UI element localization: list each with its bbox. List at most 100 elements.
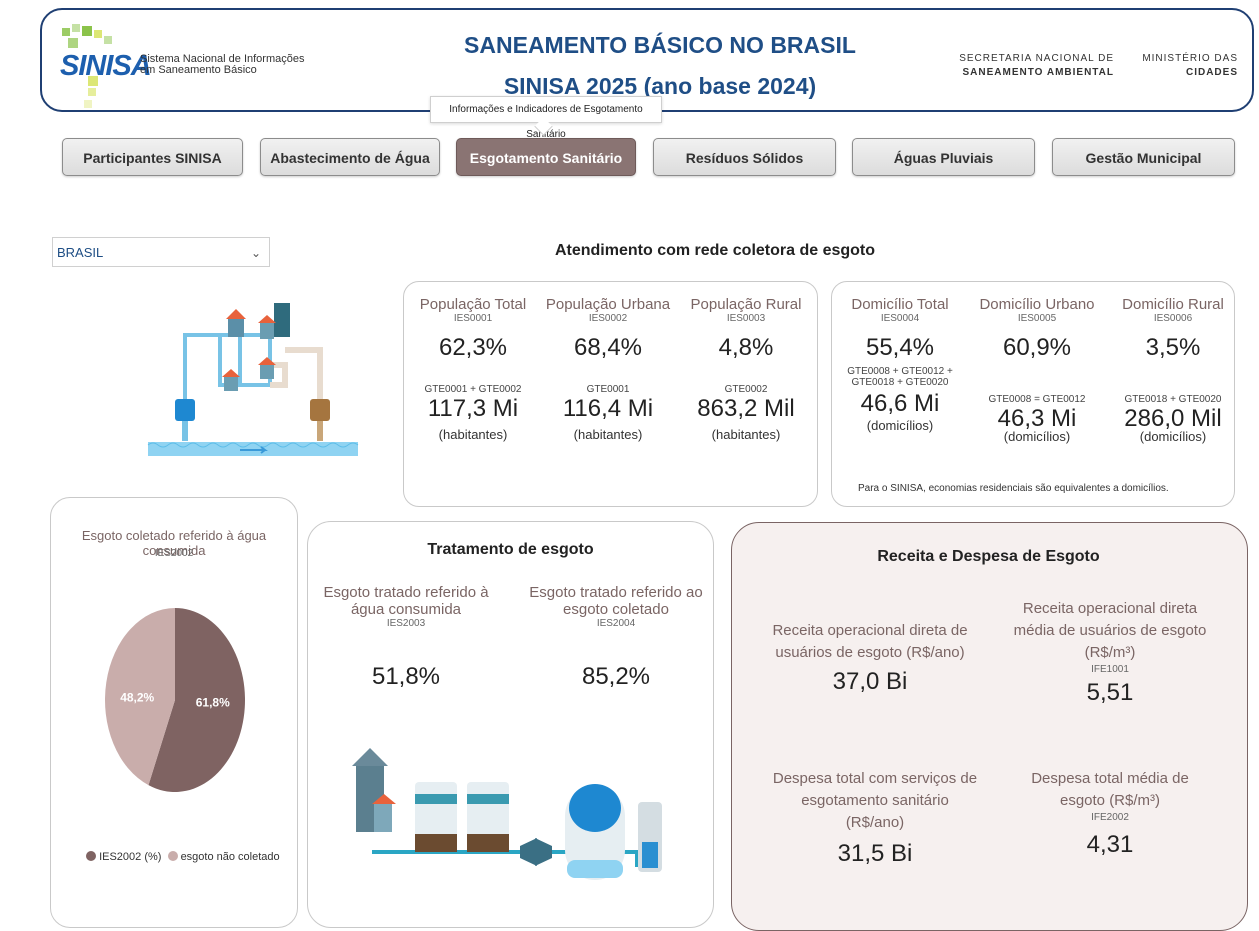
kpi-formula: GTE0001 + GTE0002 [424,384,522,395]
kpi-percent: 3,5% [1145,334,1201,361]
rd-code: IFE1001 [1091,664,1129,675]
pie-legend: IES2002 (%) esgoto não coletado [86,851,280,863]
kpi-code: IES0005 [1017,313,1057,324]
region-dropdown[interactable]: BRASIL ⌄ [52,237,270,267]
kpi-formula: GTE0001 [586,384,630,395]
kpi-value: 117,3 Mi [427,395,519,422]
domicilio-note: Para o SINISA, economias residenciais sã… [858,483,1169,494]
tab-abastecimento[interactable]: Abastecimento de Água [260,138,440,176]
receita-despesa-title: Receita e Despesa de Esgoto [877,548,1100,565]
tratamento-illustration [352,748,662,880]
region-dropdown-value: BRASIL [57,245,104,260]
rd-label-line2: usuários de esgoto (R$/ano) [775,644,965,661]
kpi-percent: 85,2% [581,663,651,690]
despesa-total-block: Despesa total com serviços de esgotament… [760,768,990,868]
receita-operacional-block: Receita operacional direta de usuários d… [760,620,980,696]
kpi-percent: 51,8% [371,663,441,690]
legend-label: IES2002 (%) [99,851,162,863]
kpi-label-line2: água consumida [350,601,462,618]
pie-data-label: 61,8% [196,696,230,710]
atendimento-title: Atendimento com rede coletora de esgoto [554,242,876,259]
kpi-percent: 55,4% [865,334,935,361]
legend-swatch [86,851,96,861]
secretaria-label: SECRETARIA NACIONAL DE SANEAMENTO AMBIEN… [930,52,1114,80]
kpi-label: População Rural [690,296,802,313]
tab-aguas-pluviais[interactable]: Águas Pluviais [852,138,1035,176]
kpi-unit: (habitantes) [711,427,781,442]
rd-label-line1: Despesa total média de [1031,770,1189,787]
kpi-percent: 4,8% [718,334,774,361]
rd-label-line2: média de usuários de esgoto [1013,622,1207,639]
tratamento-title: Tratamento de esgoto [427,541,594,558]
kpi-formula-line2: GTE0018 + GTE0020 [851,377,949,388]
rd-label-line2: esgotamento sanitário [801,792,949,809]
kpi-code: IES0001 [453,313,493,324]
kpi-label: População Urbana [545,296,671,313]
kpi-value: 46,6 Mi [860,390,940,417]
rd-label-line2: esgoto (R$/m³) [1059,792,1161,809]
rd-value: 37,0 Bi [832,668,908,695]
rd-label-line3: (R$/ano) [845,814,905,831]
kpi-unit: (habitantes) [573,427,643,442]
chevron-down-icon: ⌄ [250,246,261,260]
rd-value: 4,31 [1086,831,1134,858]
kpi-formula: GTE0018 + GTE0020 [1124,394,1222,405]
esgoto-coletado-pie-chart: 61,8% 48,2% [105,608,246,792]
kpi-percent: 62,3% [438,334,508,361]
sewer-network-illustration [147,303,359,456]
page-title: SANEAMENTO BÁSICO NO BRASIL [464,32,856,58]
legend-swatch [167,851,178,861]
tab-gestao-municipal[interactable]: Gestão Municipal [1052,138,1235,176]
kpi-label: População Total [419,296,527,313]
kpi-formula-line1: GTE0008 + GTE0012 + [847,366,953,377]
kpi-code: IES0006 [1153,313,1193,324]
tab-esgotamento[interactable]: Esgotamento Sanitário [456,138,636,176]
tab-participantes[interactable]: Participantes SINISA [62,138,243,176]
logo-subtitle-line2: em Saneamento Básico [140,64,257,76]
legend-label: esgoto não coletado [180,851,280,863]
rd-label-line1: Receita operacional direta [1022,600,1198,617]
kpi-label: Domicílio Urbano [979,296,1095,313]
rd-label-line1: Receita operacional direta de [772,622,968,639]
kpi-unit: (habitantes) [438,427,508,442]
tab-residuos[interactable]: Resíduos Sólidos [653,138,836,176]
domicilio-urbano-block: Domicílio Urbano IES0005 60,9% GTE0008 =… [972,296,1102,444]
rd-value: 31,5 Bi [837,840,913,867]
receita-despesa-card [731,522,1248,931]
logo-text: SINISA [60,50,152,82]
despesa-media-block: Despesa total média de esgoto (R$/m³) IF… [1000,768,1220,859]
kpi-code: IES0004 [880,313,920,324]
domicilio-total-block: Domicílio Total IES0004 55,4% GTE0008 + … [836,296,964,433]
domicilio-rural-block: Domicílio Rural IES0006 3,5% GTE0018 + G… [1108,296,1238,444]
esgoto-coletado-code: IES2002 [154,548,194,559]
kpi-code: IES2004 [596,618,636,629]
kpi-formula: GTE0002 [724,384,768,395]
kpi-label-line1: Esgoto tratado referido à [323,584,489,601]
populacao-total-block: População Total IES0001 62,3% GTE0001 + … [408,296,538,442]
kpi-percent: 60,9% [1002,334,1072,361]
secretaria-line2: SANEAMENTO AMBIENTAL [962,67,1114,78]
kpi-label: Domicílio Rural [1122,296,1224,313]
tratamento-ies2004-block: Esgoto tratado referido ao esgoto coleta… [526,584,706,691]
rd-label-line1: Despesa total com serviços de [772,770,978,787]
secretaria-line1: SECRETARIA NACIONAL DE [959,53,1114,64]
ministerio-line2: CIDADES [1185,67,1238,78]
kpi-code: IES0003 [726,313,766,324]
kpi-percent: 68,4% [573,334,643,361]
kpi-label: Domicílio Total [851,296,949,313]
kpi-formula: GTE0008 = GTE0012 [988,394,1086,405]
rd-value: 5,51 [1086,679,1134,706]
kpi-label-line1: Esgoto tratado referido ao [529,584,703,601]
kpi-value: 863,2 Mil [697,395,795,422]
populacao-rural-block: População Rural IES0003 4,8% GTE0002 863… [680,296,812,442]
ministerio-label: MINISTÉRIO DAS CIDADES [1126,52,1238,80]
tratamento-ies2003-block: Esgoto tratado referido à água consumida… [316,584,496,691]
receita-media-block: Receita operacional direta média de usuá… [990,598,1230,707]
kpi-value: 116,4 Mi [562,395,654,422]
kpi-code: IES2003 [386,618,426,629]
rd-label-line3: (R$/m³) [1084,644,1136,661]
rd-code: IFE2002 [1091,812,1129,823]
ministerio-line1: MINISTÉRIO DAS [1142,53,1238,64]
populacao-urbana-block: População Urbana IES0002 68,4% GTE0001 1… [543,296,673,442]
pie-data-label: 48,2% [120,690,154,704]
